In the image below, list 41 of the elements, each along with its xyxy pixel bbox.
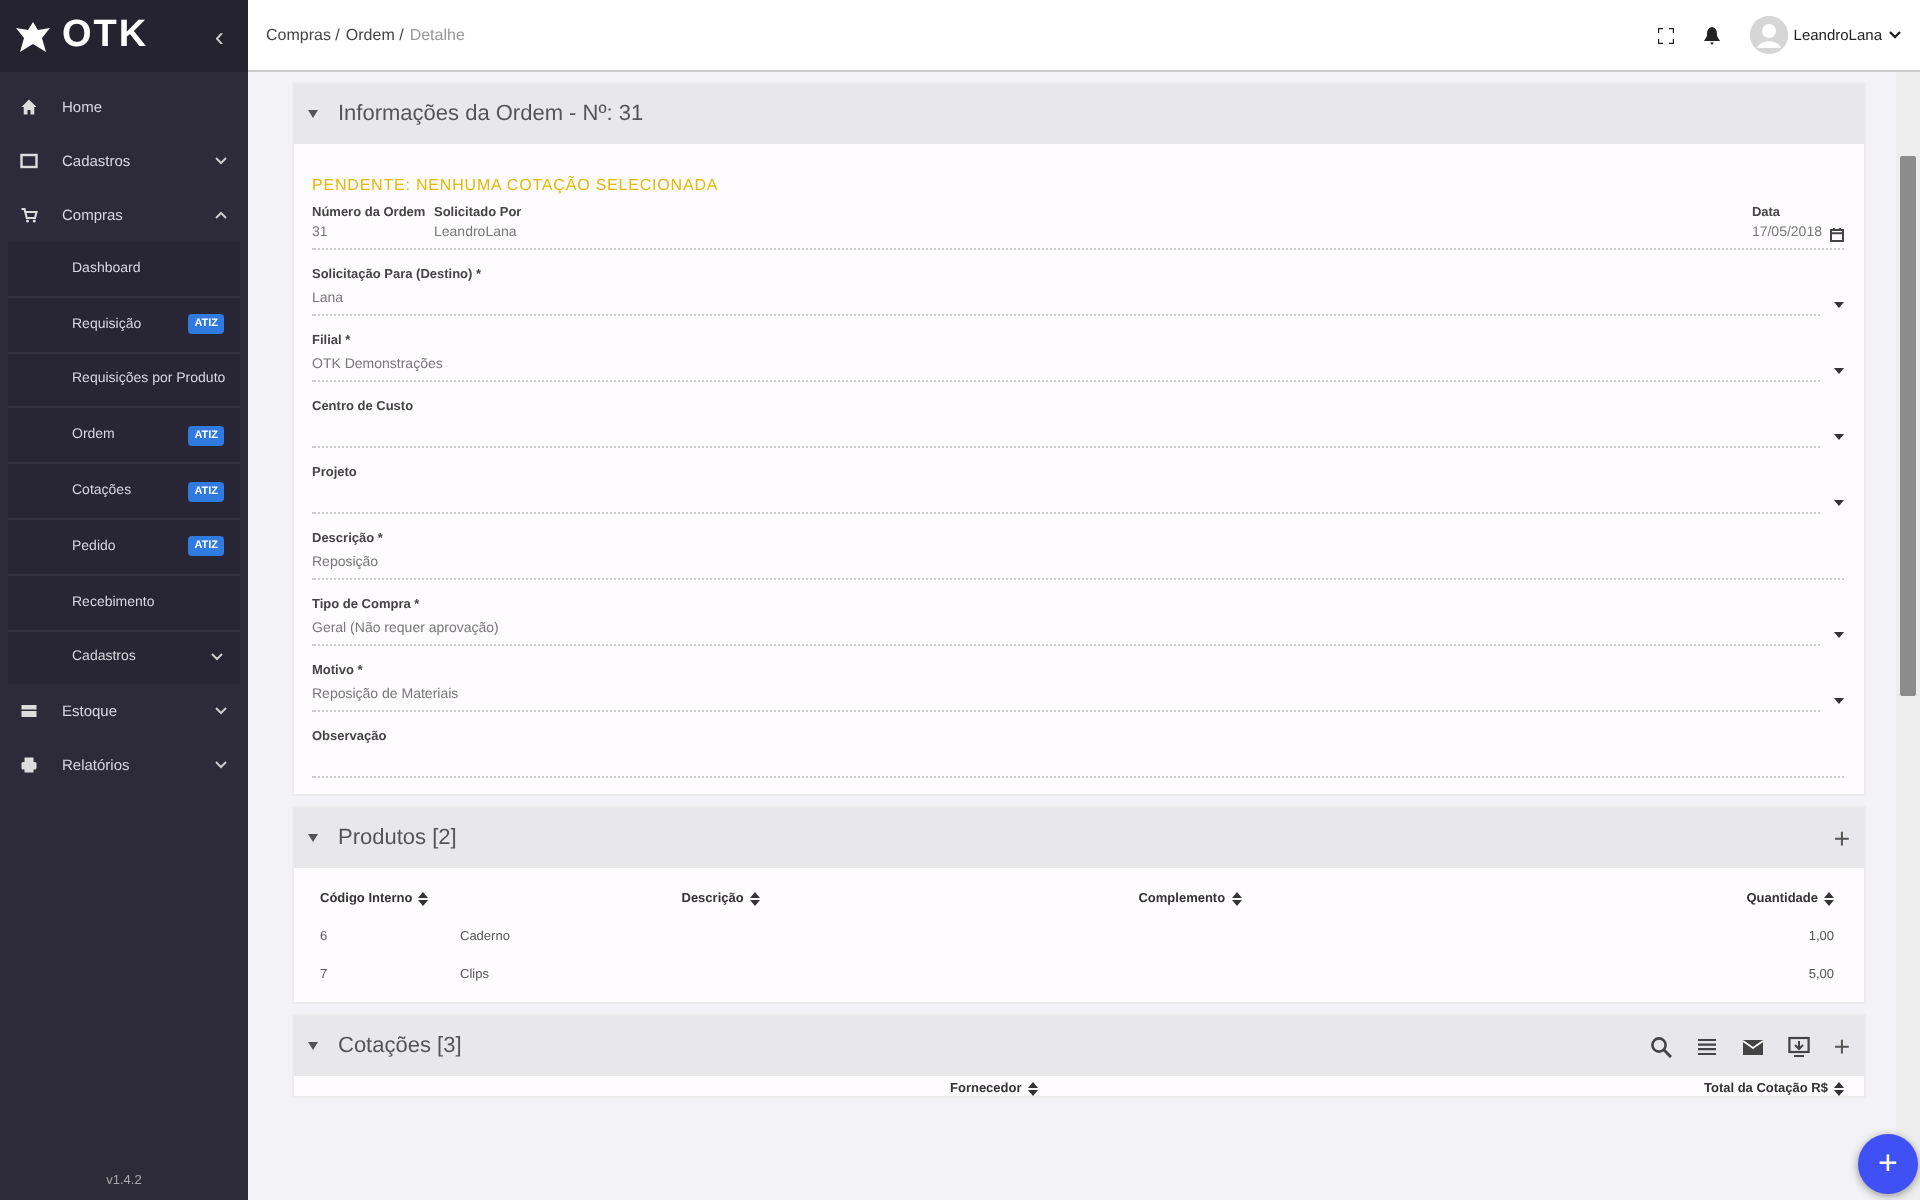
list-icon[interactable] [1695, 1035, 1718, 1058]
sort-icon[interactable] [1834, 1082, 1844, 1097]
mail-icon[interactable] [1741, 1035, 1764, 1058]
logo-text: OTK [62, 14, 149, 58]
add-button[interactable]: + [1833, 827, 1850, 849]
breadcrumb-item: Detalhe [409, 26, 465, 44]
add-button[interactable]: + [1833, 1035, 1850, 1058]
sort-icon[interactable] [749, 892, 760, 906]
dropdown-arrow-icon[interactable] [1834, 500, 1844, 506]
sort-icon[interactable] [1231, 892, 1242, 906]
chevron-up-icon[interactable] [214, 210, 228, 220]
dropdown-arrow-icon[interactable] [1834, 632, 1844, 638]
dropdown-arrow-icon[interactable] [1834, 368, 1844, 374]
collapse-caret-icon[interactable] [308, 1042, 318, 1051]
panel-title: Cotações [3] [338, 1034, 462, 1059]
breadcrumb-item[interactable]: Ordem / [345, 26, 404, 44]
dropdown-arrow-icon[interactable] [1834, 698, 1844, 704]
bell-icon[interactable] [1701, 25, 1722, 45]
panel-title: Informações da Ordem - Nº: 31 [338, 102, 644, 126]
sort-icon[interactable] [1027, 1082, 1038, 1097]
cart-icon [20, 206, 38, 224]
home-icon [20, 98, 38, 116]
breadcrumb-item[interactable]: Compras / [266, 26, 340, 44]
calendar-icon[interactable] [1830, 227, 1844, 241]
dropdown-arrow-icon[interactable] [1834, 302, 1844, 308]
collapse-caret-icon[interactable] [308, 834, 318, 842]
status-text: PENDENTE: NENHUMA COTAÇÃO SELECIONADA [312, 176, 721, 194]
search-icon[interactable] [1649, 1035, 1672, 1058]
collapse-sidebar-button[interactable]: ‹ [206, 20, 232, 52]
sort-icon[interactable] [418, 892, 429, 906]
list-icon [20, 702, 38, 721]
scrollbar[interactable] [1896, 72, 1920, 1200]
panel-title: Produtos [2] [338, 826, 457, 850]
sort-icon[interactable] [1824, 892, 1834, 906]
chevron-down-icon[interactable] [1888, 30, 1902, 40]
monitor-icon [20, 152, 38, 170]
logo-icon [16, 21, 50, 51]
fullscreen-icon[interactable] [1657, 27, 1674, 43]
collapse-caret-icon[interactable] [308, 110, 318, 118]
monitor-icon[interactable] [1787, 1035, 1810, 1058]
dropdown-arrow-icon[interactable] [1834, 434, 1844, 440]
